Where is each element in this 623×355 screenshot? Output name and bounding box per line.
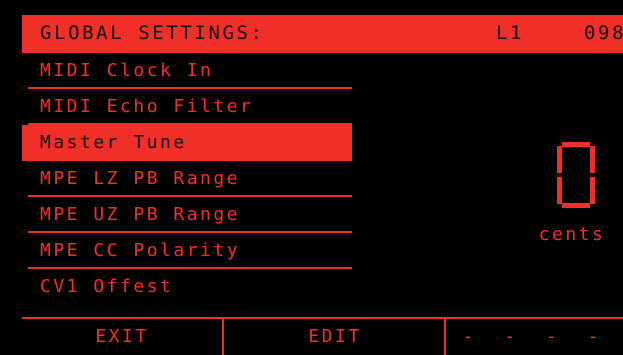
exit-button[interactable]: EXIT [22,319,222,355]
digit-segment-c [590,177,595,204]
menu-item-label: MPE UZ PB Range [40,204,241,225]
menu-item-master-tune[interactable]: Master Tune [22,125,352,161]
digit-segment-a [562,142,590,147]
menu-item-label: MPE LZ PB Range [40,168,241,189]
value-units: cents [538,224,606,245]
settings-menu: MIDI Clock In MIDI Echo Filter Master Tu… [22,53,352,305]
preset-number: 098 [584,22,623,44]
digit-segment-d [562,203,590,208]
digit-segment-e [557,177,562,204]
menu-item-label: MIDI Clock In [40,60,214,81]
menu-item-label: MIDI Echo Filter [40,96,254,117]
softkey-bar: EXIT EDIT - - - - [22,317,623,355]
seven-segment-value [557,142,595,208]
menu-item-label: CV1 Offest [40,276,174,297]
menu-item-mpe-lz-pb-range[interactable]: MPE LZ PB Range [22,161,352,197]
blank-softkey-button[interactable]: - - - - [444,319,623,355]
digit-segment-f [557,146,562,173]
edit-button[interactable]: EDIT [222,319,446,355]
layer-indicator: L1 [496,22,525,44]
page-title: GLOBAL SETTINGS: [40,22,265,44]
digit-segment-b [590,146,595,173]
menu-item-midi-clock-in[interactable]: MIDI Clock In [22,53,352,89]
menu-item-midi-echo-filter[interactable]: MIDI Echo Filter [22,89,352,125]
menu-item-label: MPE CC Polarity [40,240,241,261]
menu-item-label: Master Tune [40,132,187,153]
menu-item-cv1-offset[interactable]: CV1 Offest [22,269,352,305]
menu-item-mpe-cc-polarity[interactable]: MPE CC Polarity [22,233,352,269]
menu-item-mpe-uz-pb-range[interactable]: MPE UZ PB Range [22,197,352,233]
title-bar: GLOBAL SETTINGS: L1 098 [22,15,623,53]
